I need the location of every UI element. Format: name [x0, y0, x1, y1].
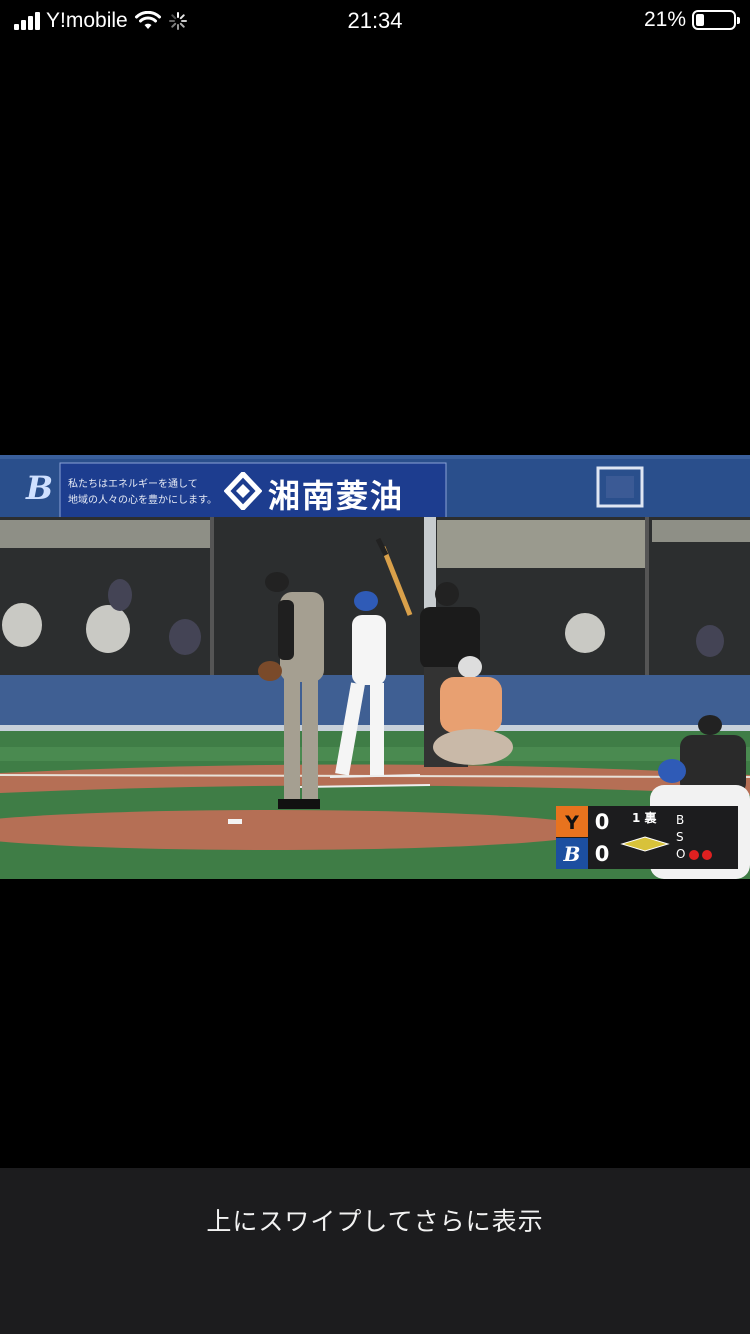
company-logo-icon [224, 472, 262, 510]
swipe-hint[interactable]: 上にスワイプしてさらに表示 [0, 1202, 750, 1238]
home-team-logo-icon: B [556, 838, 588, 869]
team-logo-wall: B [26, 469, 54, 507]
strike-count: S [676, 830, 684, 844]
out-dot [689, 849, 700, 860]
banner-subtext-line1: 私たちはエネルギーを通して [68, 479, 198, 490]
battery-fill [696, 14, 704, 26]
stadium-banner: 私たちはエネルギーを通して 地域の人々の心を豊かにします。 湘南菱油 [60, 463, 446, 518]
away-team-logo-icon: Y [556, 806, 588, 837]
away-score: 0 [594, 809, 610, 834]
bases-diamond-icon [620, 836, 670, 852]
home-logo-letter: B [563, 841, 581, 866]
scoreboard-overlay: Y 0 B 0 1 裏 B S O [556, 806, 738, 869]
home-team-row: B 0 [556, 838, 616, 869]
status-right: 21% [643, 8, 740, 32]
battery-percent: 21% [643, 8, 686, 31]
away-team-row: Y 0 [556, 806, 616, 837]
status-bar: Y!mobile 21:34 21% [0, 0, 750, 40]
home-score: 0 [594, 841, 610, 866]
svg-text:Y: Y [564, 812, 579, 834]
out-dot [702, 849, 713, 860]
banner-text: 湘南菱油 [268, 477, 405, 515]
ball-strike-out: B S O [676, 812, 713, 863]
banner-subtext-line2: 地域の人々の心を豊かにします。 [68, 495, 217, 506]
ball-count: B [676, 813, 685, 827]
out-count: O [676, 846, 713, 863]
clock: 21:34 [347, 8, 403, 33]
inning-label: 1 裏 [632, 811, 657, 825]
video-player[interactable]: 私たちはエネルギーを通して 地域の人々の心を豊かにします。 湘南菱油 B Y 0… [0, 455, 750, 879]
bottom-panel[interactable]: 上にスワイプしてさらに表示 [0, 1168, 750, 1334]
battery-icon [692, 10, 740, 30]
